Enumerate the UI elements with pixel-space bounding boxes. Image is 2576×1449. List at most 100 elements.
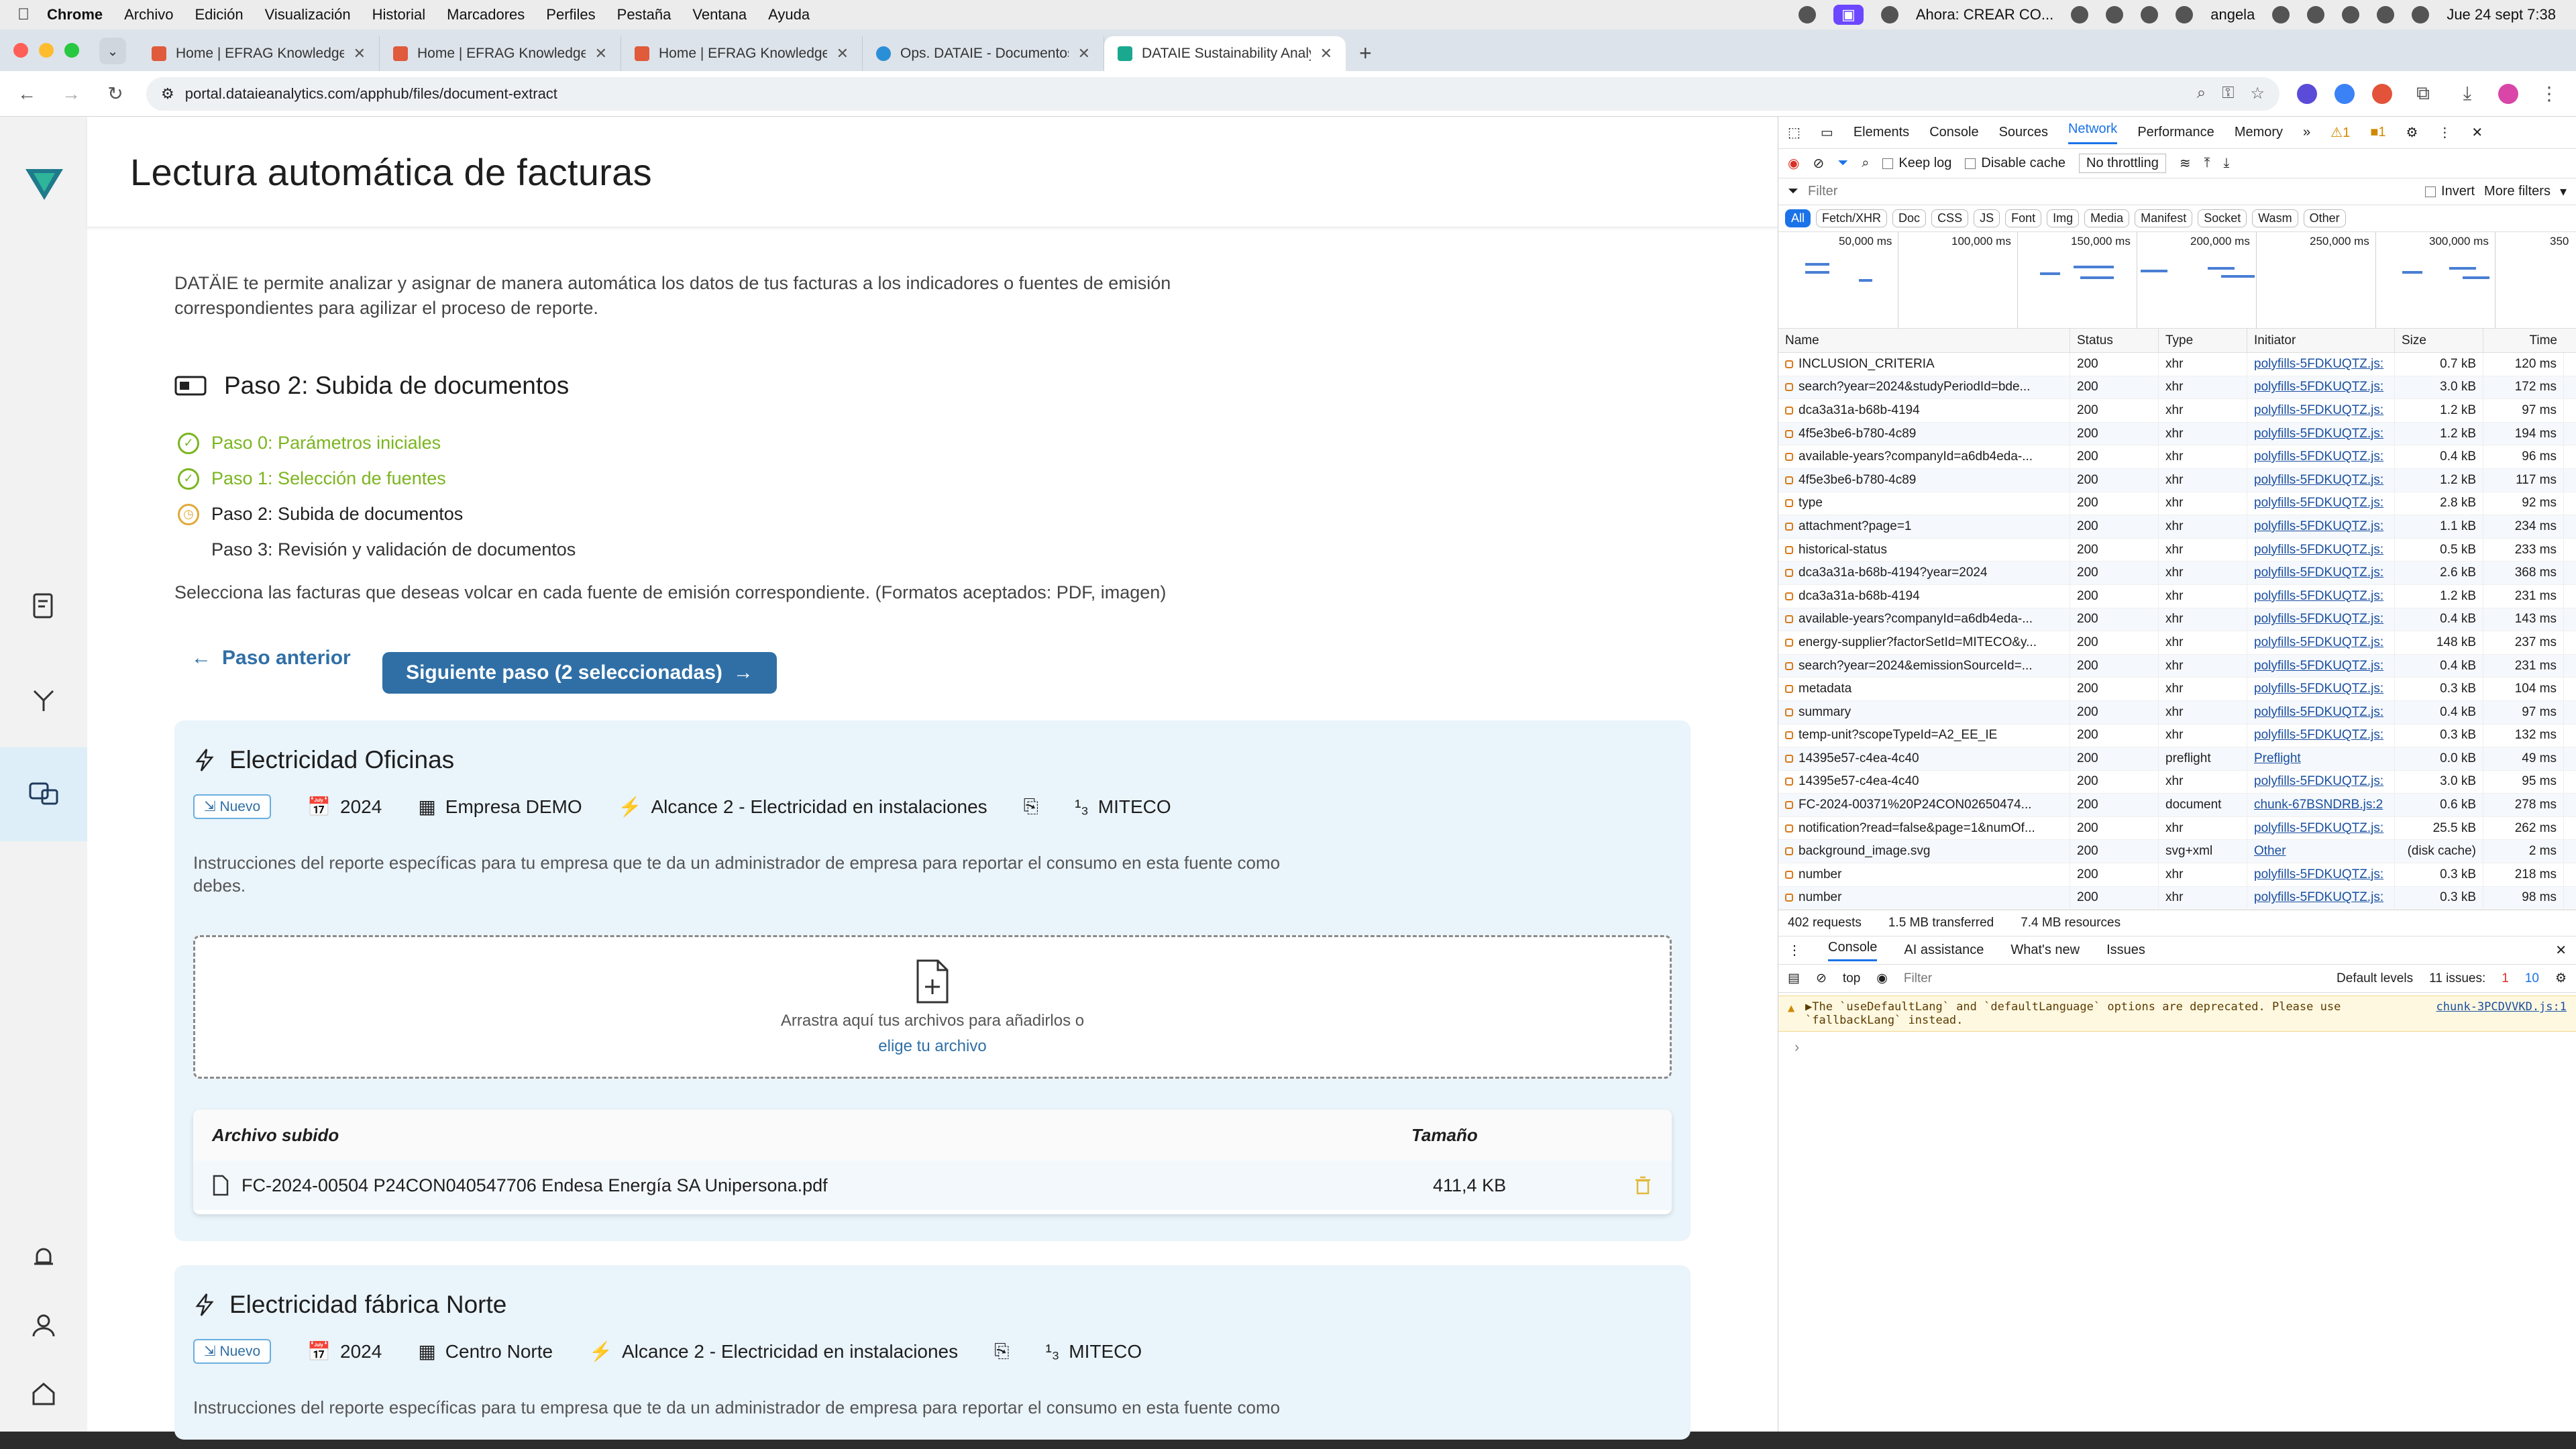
minimize-window-icon[interactable] [39, 43, 54, 58]
choose-file-link[interactable]: elige tu archivo [878, 1037, 986, 1056]
sidebar-item-profile[interactable] [0, 1292, 87, 1359]
network-timeline-overview[interactable]: 50,000 ms 100,000 ms 150,000 ms 200,000 … [1778, 232, 2576, 329]
type-all[interactable]: All [1785, 209, 1811, 227]
export-har-icon[interactable]: ⤓ [2223, 156, 2229, 171]
tab-efrag-2[interactable]: Home | EFRAG Knowledge Hu... ✕ [380, 36, 621, 71]
throttling-select[interactable]: No throttling [2079, 154, 2166, 173]
download-icon[interactable]: ⤓ [2454, 83, 2481, 105]
close-window-icon[interactable] [13, 43, 28, 58]
type-socket[interactable]: Socket [2198, 209, 2247, 227]
row-initiator[interactable]: polyfills-5FDKUQTZ.js: [2247, 422, 2395, 445]
new-tab-icon[interactable]: + [1346, 41, 1385, 71]
now-playing[interactable]: Ahora: CREAR CO... [1916, 6, 2053, 23]
audio-icon[interactable] [2141, 6, 2159, 23]
import-har-icon[interactable]: ⤒ [2204, 156, 2210, 171]
row-initiator[interactable]: polyfills-5FDKUQTZ.js: [2247, 584, 2395, 608]
col-size[interactable]: Size [2395, 328, 2483, 353]
extension-1-icon[interactable] [2297, 83, 2317, 104]
type-wasm[interactable]: Wasm [2252, 209, 2298, 227]
table-row[interactable]: background_image.svg 200 svg+xml Other (disk… [1778, 839, 2576, 864]
row-initiator[interactable]: polyfills-5FDKUQTZ.js: [2247, 863, 2395, 887]
tab-search-icon[interactable]: ⌄ [99, 38, 126, 64]
back-arrow-icon[interactable]: ← [13, 83, 40, 105]
sidebar-toggle-icon[interactable]: ▤ [1788, 971, 1800, 986]
invert-checkbox[interactable]: Invert [2425, 184, 2475, 199]
clear-console-icon[interactable]: ⊘ [1816, 971, 1827, 986]
close-drawer-icon[interactable]: ✕ [2555, 942, 2567, 959]
menu-ventana[interactable]: Ventana [692, 6, 747, 23]
menu-ayuda[interactable]: Ayuda [768, 6, 810, 23]
table-row[interactable]: available-years?companyId=a6db4eda-... 20… [1778, 445, 2576, 469]
disable-cache-checkbox[interactable]: Disable cache [1965, 156, 2065, 171]
file-dropzone[interactable]: Arrastra aquí tus archivos para añadirlo… [193, 935, 1672, 1079]
row-initiator[interactable]: polyfills-5FDKUQTZ.js: [2247, 677, 2395, 701]
menubar-datetime[interactable]: Jue 24 sept 7:38 [2447, 6, 2556, 23]
display-icon[interactable] [2176, 6, 2194, 23]
warning-source-link[interactable]: chunk-3PCDVVKD.js:1 [2436, 1000, 2567, 1014]
url-text[interactable]: portal.dataieanalytics.com/apphub/files/… [185, 85, 557, 103]
zoom-icon[interactable]: ⌕ [2197, 84, 2206, 103]
filter-input[interactable]: Filter [1808, 184, 2416, 199]
type-media[interactable]: Media [2084, 209, 2130, 227]
row-initiator[interactable]: polyfills-5FDKUQTZ.js: [2247, 886, 2395, 910]
row-initiator[interactable]: chunk-67BSNDRB.js:2 [2247, 793, 2395, 817]
tab-console[interactable]: Console [1929, 125, 1978, 140]
device-toggle-icon[interactable]: ▭ [1821, 124, 1833, 141]
row-initiator[interactable]: polyfills-5FDKUQTZ.js: [2247, 538, 2395, 561]
filter-funnel-icon[interactable]: ⏷ [1837, 156, 1848, 171]
drawer-tab-console[interactable]: Console [1828, 940, 1878, 961]
close-tab-icon[interactable]: ✕ [837, 45, 849, 62]
menu-archivo[interactable]: Archivo [124, 6, 173, 23]
table-row[interactable]: 4f5e3be6-b780-4c89 200 xhr polyfills-5FDKUQ… [1778, 422, 2576, 446]
table-row[interactable]: summary 200 xhr polyfills-5FDKUQTZ.js: 0.4 k… [1778, 700, 2576, 724]
table-row[interactable]: historical-status 200 xhr polyfills-5FDKUQT… [1778, 538, 2576, 562]
col-type[interactable]: Type [2159, 328, 2247, 353]
row-initiator[interactable]: polyfills-5FDKUQTZ.js: [2247, 492, 2395, 515]
type-font[interactable]: Font [2005, 209, 2042, 227]
tab-performance[interactable]: Performance [2137, 125, 2214, 140]
context-select[interactable]: top [1843, 971, 1860, 986]
extensions-puzzle-icon[interactable]: ⧉ [2410, 83, 2436, 105]
type-css[interactable]: CSS [1931, 209, 1969, 227]
row-initiator[interactable]: polyfills-5FDKUQTZ.js: [2247, 468, 2395, 492]
menu-historial[interactable]: Historial [372, 6, 425, 23]
devtools-menu-icon[interactable]: ⋮ [2438, 124, 2451, 141]
cloud-icon[interactable] [1799, 6, 1817, 23]
table-row[interactable]: number 200 xhr polyfills-5FDKUQTZ.js: 0.3 kB… [1778, 863, 2576, 887]
table-row[interactable]: search?year=2024&emissionSourceId=... 200… [1778, 654, 2576, 678]
network-conditions-icon[interactable]: ≋ [2180, 155, 2191, 172]
console-filter-input[interactable]: Filter [1904, 971, 2320, 986]
close-tab-icon[interactable]: ✕ [1320, 45, 1332, 62]
table-row[interactable]: notification?read=false&page=1&numOf... 2… [1778, 816, 2576, 841]
table-row[interactable]: number 200 xhr polyfills-5FDKUQTZ.js: 0.3 kB… [1778, 886, 2576, 910]
search-icon[interactable] [2307, 6, 2325, 23]
extension-3-icon[interactable] [2372, 83, 2392, 104]
table-row[interactable]: 14395e57-c4ea-4c40 200 preflight Preflight 0… [1778, 747, 2576, 771]
close-tab-icon[interactable]: ✕ [354, 45, 366, 62]
row-initiator[interactable]: polyfills-5FDKUQTZ.js: [2247, 398, 2395, 423]
tab-ops-dataie[interactable]: Ops. DATAIE - Documentos -... ✕ [863, 36, 1104, 71]
table-row[interactable]: dca3a31a-b68b-4194?year=2024 200 xhr polyfi… [1778, 561, 2576, 585]
grid-icon[interactable] [2071, 6, 2089, 23]
table-row[interactable]: dca3a31a-b68b-4194 200 xhr polyfills-5FDKUQ… [1778, 584, 2576, 608]
row-initiator[interactable]: Other [2247, 839, 2395, 863]
menu-marcadores[interactable]: Marcadores [447, 6, 525, 23]
row-initiator[interactable]: polyfills-5FDKUQTZ.js: [2247, 654, 2395, 678]
type-fetch[interactable]: Fetch/XHR [1816, 209, 1888, 227]
inspect-icon[interactable]: ⬚ [1788, 124, 1801, 141]
error-count-icon[interactable]: ■1 [2370, 125, 2385, 140]
sidebar-item-notifications[interactable] [0, 1224, 87, 1291]
row-initiator[interactable]: polyfills-5FDKUQTZ.js: [2247, 700, 2395, 724]
menu-edicion[interactable]: Edición [195, 6, 243, 23]
tab-elements[interactable]: Elements [1854, 125, 1909, 140]
col-initiator[interactable]: Initiator [2247, 328, 2395, 353]
table-row[interactable]: search?year=2024&studyPeriodId=bde... 200… [1778, 376, 2576, 400]
row-initiator[interactable]: polyfills-5FDKUQTZ.js: [2247, 515, 2395, 539]
row-initiator[interactable]: polyfills-5FDKUQTZ.js: [2247, 352, 2395, 376]
table-row[interactable]: metadata 200 xhr polyfills-5FDKUQTZ.js: 0.3 … [1778, 677, 2576, 701]
next-step-button[interactable]: Siguiente paso (2 seleccionadas) → [382, 652, 777, 694]
clear-icon[interactable]: ⊘ [1813, 155, 1824, 172]
type-manifest[interactable]: Manifest [2135, 209, 2193, 227]
tab-memory[interactable]: Memory [2235, 125, 2283, 140]
password-key-icon[interactable]: ⚿ [2222, 84, 2234, 103]
